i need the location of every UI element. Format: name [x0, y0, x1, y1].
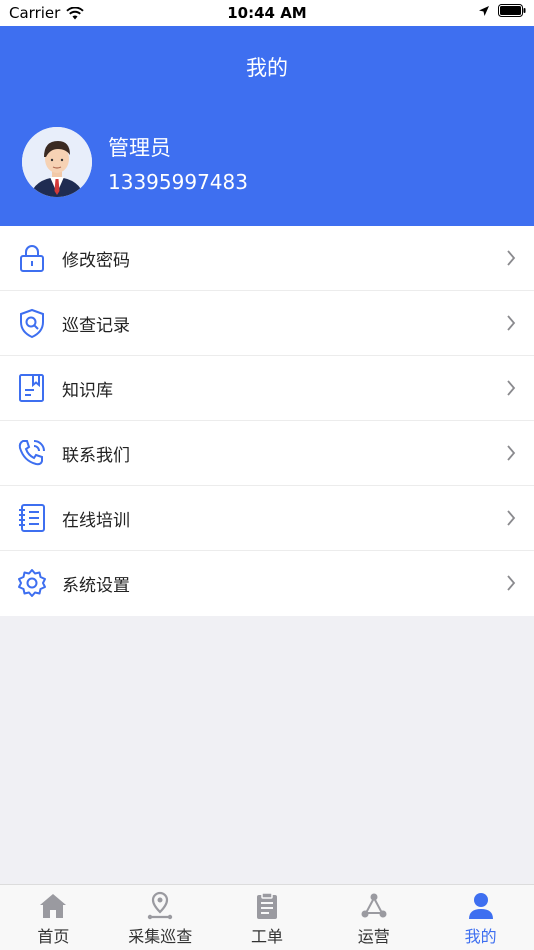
menu-item-patrol-records[interactable]: 巡查记录	[0, 291, 534, 356]
tab-label: 采集巡查	[128, 927, 193, 946]
page-title: 我的	[246, 56, 288, 80]
profile-header: 我的 管理员 13395997483	[0, 26, 534, 226]
tab-bar: 首页 采集巡查 工单 运营 我的	[0, 884, 534, 950]
menu-item-contact-us[interactable]: 联系我们	[0, 421, 534, 486]
menu-item-system-settings[interactable]: 系统设置	[0, 551, 534, 616]
tab-collect-patrol[interactable]: 采集巡查	[107, 885, 214, 950]
location-pin-icon	[147, 891, 173, 920]
user-icon	[468, 893, 493, 919]
menu-item-label: 在线培训	[62, 510, 130, 531]
menu-item-label: 系统设置	[62, 576, 130, 596]
tab-operations[interactable]: 运营	[320, 885, 427, 950]
status-bar: Carrier 10:44 AM	[0, 0, 534, 26]
menu-item-label: 联系我们	[62, 445, 130, 466]
tab-mine[interactable]: 我的	[427, 885, 534, 950]
chevron-right-icon	[507, 445, 516, 461]
gear-icon	[18, 569, 46, 597]
status-time: 10:44 AM	[227, 4, 307, 22]
menu-item-label: 巡查记录	[62, 315, 130, 336]
book-icon	[19, 374, 44, 402]
shield-search-icon	[20, 308, 44, 339]
tab-label: 运营	[357, 927, 390, 946]
lock-icon	[20, 245, 44, 272]
menu-item-change-password[interactable]: 修改密码	[0, 226, 534, 291]
phone-icon	[18, 440, 45, 466]
tab-label: 我的	[464, 927, 497, 946]
tab-label: 工单	[250, 927, 283, 946]
avatar[interactable]	[22, 127, 92, 197]
notebook-icon	[19, 504, 45, 532]
user-phone: 13395997483	[108, 170, 248, 194]
home-icon	[40, 894, 67, 918]
status-right	[478, 4, 526, 17]
chevron-right-icon	[507, 315, 516, 331]
menu-item-label: 知识库	[62, 380, 113, 401]
chevron-right-icon	[507, 510, 516, 526]
avatar-image	[22, 127, 92, 197]
settings-menu: 修改密码 巡查记录 知识库 联系我们 在线培训 系统设置	[0, 226, 534, 616]
menu-item-online-training[interactable]: 在线培训	[0, 486, 534, 551]
tab-home[interactable]: 首页	[0, 885, 107, 950]
battery-icon	[498, 4, 526, 17]
clipboard-icon	[256, 892, 277, 919]
user-name: 管理员	[108, 136, 171, 160]
menu-item-knowledge-base[interactable]: 知识库	[0, 356, 534, 421]
chevron-right-icon	[507, 380, 516, 396]
tab-label: 首页	[37, 927, 70, 946]
tab-work-order[interactable]: 工单	[214, 885, 321, 950]
share-nodes-icon	[361, 893, 387, 918]
location-arrow-icon	[479, 5, 489, 16]
chevron-right-icon	[507, 250, 516, 266]
chevron-right-icon	[507, 575, 516, 591]
menu-item-label: 修改密码	[62, 250, 130, 271]
